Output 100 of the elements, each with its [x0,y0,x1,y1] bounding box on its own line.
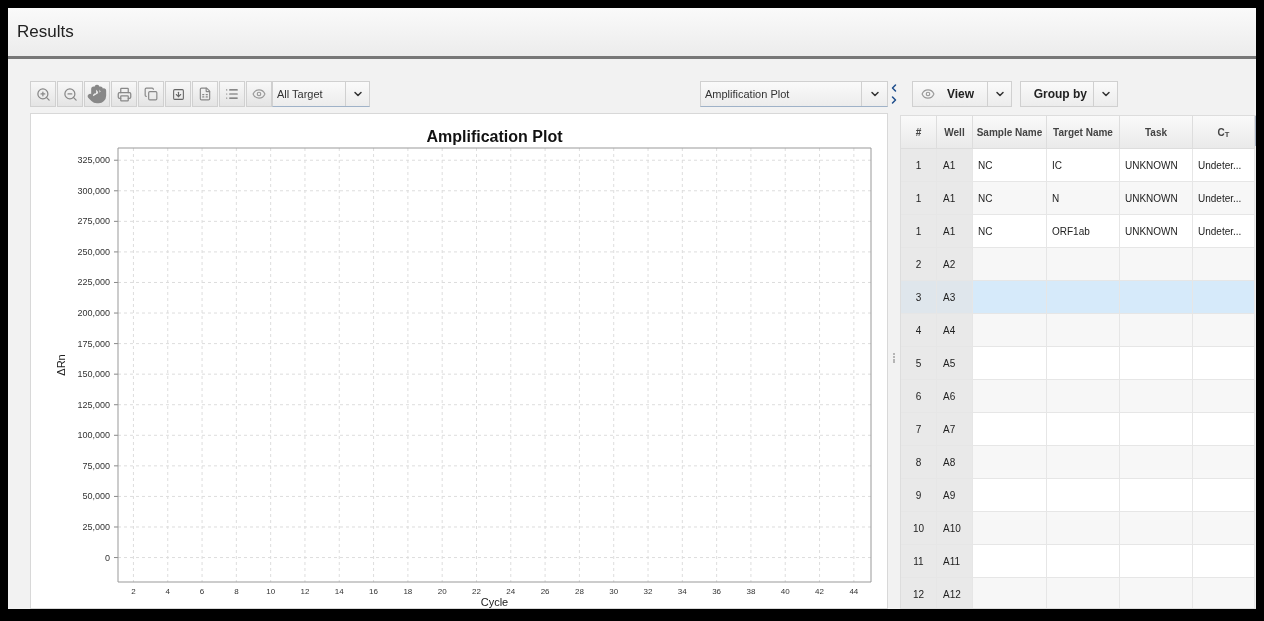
table-cell: 4 [901,314,937,347]
x-tick-label: 24 [506,587,516,596]
y-tick-label: 75,000 [82,460,110,471]
splitter-handle-icon[interactable] [893,353,895,363]
y-tick-label: 225,000 [77,277,110,288]
copy-icon [144,87,158,101]
export-button[interactable] [165,81,191,107]
x-tick-label: 20 [437,587,448,596]
table-row[interactable]: 8 A8 [901,446,1255,479]
x-tick-label: 16 [369,587,379,596]
y-tick-label: 275,000 [77,216,110,227]
x-axis-label: Cycle [480,596,509,608]
table-cell: 1 [901,215,937,248]
printer-icon [116,86,132,102]
table-row[interactable]: 2 A2 [901,248,1255,281]
chart-title: Amplification Plot [426,128,563,145]
table-row[interactable]: 6 A6 [901,380,1255,413]
y-tick-label: 175,000 [77,338,110,349]
y-tick-label: 250,000 [77,246,110,257]
table-cell: A11 [937,545,973,578]
hand-icon [87,84,107,104]
plot-type-select[interactable]: Amplification Plot [700,81,888,107]
table-row[interactable]: 7 A7 [901,413,1255,446]
x-tick-label: 18 [403,587,413,596]
y-tick-label: 200,000 [77,308,110,319]
table-cell: 5 [901,347,937,380]
sheet-icon [198,87,212,101]
eye-icon [252,87,266,101]
table-cell: 3 [901,281,937,314]
table-cell: A6 [937,380,973,413]
x-tick-label: 2 [131,587,137,596]
table-row[interactable]: 5 A5 [901,347,1255,380]
x-tick-label: 28 [574,587,585,596]
column-header[interactable]: Task [1120,116,1193,149]
column-header[interactable]: Target Name [1047,116,1120,149]
zoom-out-button[interactable] [57,81,83,107]
page-title: Results [17,21,74,44]
x-tick-label: 36 [712,587,722,596]
table-cell: 11 [901,545,937,578]
table-cell: A2 [937,248,973,281]
x-tick-label: 8 [234,587,240,596]
table-row[interactable]: 1 A1 NC IC UNKNOWN Undeter... [901,149,1255,182]
copy-button[interactable] [138,81,164,107]
view-button[interactable]: View [912,81,1012,107]
x-tick-label: 4 [165,587,171,596]
y-tick-label: 25,000 [82,521,110,532]
y-axis-label: ΔRn [55,354,67,376]
y-tick-label: 0 [104,552,110,563]
column-header[interactable]: # [901,116,937,149]
x-tick-label: 38 [746,587,756,596]
table-row[interactable]: 9 A9 [901,479,1255,512]
legend-button[interactable] [219,81,245,107]
table-cell: 1 [901,149,937,182]
x-tick-label: 14 [334,587,345,596]
y-tick-label: 50,000 [82,491,110,502]
table-settings-button[interactable] [192,81,218,107]
table-row[interactable]: 3 A3 [901,281,1255,314]
x-tick-label: 6 [199,587,205,596]
table-row[interactable]: 12 A12 [901,578,1255,608]
table-cell: 10 [901,512,937,545]
zoom-in-button[interactable] [30,81,56,107]
x-tick-label: 40 [780,587,791,596]
y-tick-label: 300,000 [77,185,110,196]
group-by-button[interactable]: Group by [1020,81,1118,107]
table-cell: 6 [901,380,937,413]
pan-button[interactable] [84,81,110,107]
x-tick-label: 32 [643,587,654,596]
x-tick-label: 44 [849,587,859,596]
y-tick-label: 325,000 [77,155,110,166]
x-tick-label: 26 [540,587,551,596]
target-select[interactable]: All Target [272,81,370,107]
table-cell: A12 [937,578,973,608]
table-cell: 7 [901,413,937,446]
table-cell: 1 [901,182,937,215]
y-tick-label: 150,000 [77,369,110,380]
table-cell: A9 [937,479,973,512]
y-tick-label: 100,000 [77,430,110,441]
x-tick-label: 34 [677,587,688,596]
table-cell: A4 [937,314,973,347]
table-cell: A1 [937,149,973,182]
y-tick-label: 125,000 [77,399,110,410]
table-row[interactable]: 1 A1 NC N UNKNOWN Undeter... [901,182,1255,215]
table-cell: A1 [937,215,973,248]
column-header[interactable]: C$_{T}$ [1193,116,1255,149]
table-cell: A5 [937,347,973,380]
column-header[interactable]: Well [937,116,973,149]
table-cell: 12 [901,578,937,608]
table-row[interactable]: 10 A10 [901,512,1255,545]
table-row[interactable]: 11 A11 [901,545,1255,578]
table-cell: 8 [901,446,937,479]
print-button[interactable] [111,81,137,107]
table-cell: A1 [937,182,973,215]
visibility-button[interactable] [246,81,272,107]
column-header[interactable]: Sample Name [973,116,1047,149]
table-row[interactable]: 1 A1 NC ORF1ab UNKNOWN Undeter... [901,215,1255,248]
x-tick-label: 30 [609,587,619,596]
table-row[interactable]: 4 A4 [901,314,1255,347]
export-icon [171,87,185,101]
table-cell: A10 [937,512,973,545]
x-tick-label: 42 [815,587,825,596]
